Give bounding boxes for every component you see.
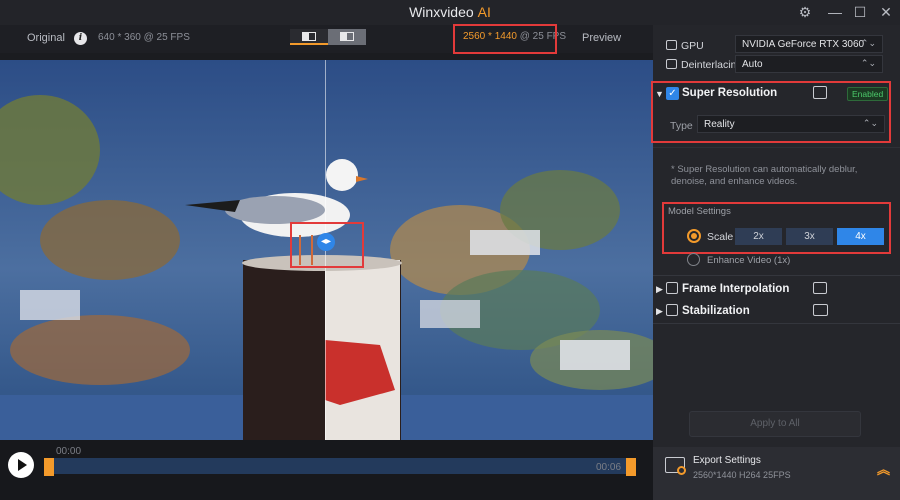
gpu-select[interactable]: NVIDIA GeForce RTX 3060 ⌃⌄ (735, 35, 883, 53)
frame-interpolation-caret-icon[interactable]: ▶ (656, 284, 663, 295)
app-title-ai: AI (477, 4, 491, 20)
timeline-track[interactable] (46, 458, 636, 474)
section-divider-2 (653, 323, 900, 324)
info-icon[interactable]: i (74, 32, 87, 45)
frame-interpolation-checkbox[interactable] (666, 282, 678, 294)
preview-label: Preview (582, 32, 622, 44)
view-mode-toggle (290, 29, 366, 45)
enhance-video-radio[interactable] (687, 253, 700, 266)
minimize-icon[interactable]: — (824, 3, 846, 23)
side-by-side-icon (340, 32, 354, 41)
faded-row (653, 147, 900, 148)
stabilization-checkbox[interactable] (666, 304, 678, 316)
highlight-split-handle (290, 222, 364, 268)
gpu-select-arrow-icon: ⌃⌄ (860, 38, 876, 48)
app-title-text: Winxvideo (409, 4, 474, 20)
stabilization-title: Stabilization (682, 305, 750, 317)
gpu-value: NVIDIA GeForce RTX 3060 (742, 39, 865, 50)
title-bar: Winxvideo AI ⚙ — ☐ ✕ (0, 0, 900, 25)
settings-panel: GPU NVIDIA GeForce RTX 3060 ⌃⌄ Deinterla… (651, 25, 900, 500)
trim-end-handle[interactable] (626, 458, 636, 476)
timeline: 00:00 00:06 (0, 440, 653, 500)
maximize-icon[interactable]: ☐ (849, 3, 871, 23)
split-view-icon (302, 32, 316, 41)
settings-gear-icon[interactable]: ⚙ (794, 3, 816, 23)
super-resolution-hint: * Super Resolution can automatically deb… (671, 164, 858, 187)
deinterlacing-select[interactable]: Auto ⌃⌄ (735, 55, 883, 73)
export-gear-icon (677, 466, 686, 475)
gpu-icon (666, 40, 677, 50)
export-settings-bar[interactable]: Export Settings 2560*1440 H264 25FPS ︽ (653, 447, 900, 500)
stabilization-caret-icon[interactable]: ▶ (656, 306, 663, 317)
enhance-video-label: Enhance Video (1x) (707, 255, 791, 266)
apply-to-all-button[interactable]: Apply to All (689, 411, 861, 437)
gpu-label: GPU (681, 40, 704, 52)
original-label: Original (27, 32, 65, 44)
highlight-model-settings (662, 202, 891, 254)
deinterlacing-icon (666, 59, 677, 69)
highlight-super-resolution (651, 81, 891, 143)
camera-icon (813, 304, 828, 316)
side-by-side-view-button[interactable] (328, 29, 366, 45)
trim-start-handle[interactable] (44, 458, 54, 476)
section-divider (653, 275, 900, 276)
highlight-output-res (453, 24, 557, 54)
frame-interpolation-icon (813, 282, 827, 294)
close-icon[interactable]: ✕ (875, 3, 897, 23)
app-title: Winxvideo AI (0, 4, 900, 20)
original-resolution: 640 * 360 @ 25 FPS (98, 32, 190, 43)
deinterlacing-select-arrow-icon: ⌃⌄ (860, 58, 876, 68)
expand-up-icon[interactable]: ︽ (877, 459, 890, 478)
time-start: 00:00 (56, 446, 82, 457)
frame-interpolation-title: Frame Interpolation (682, 283, 790, 295)
time-end: 00:06 (596, 462, 622, 473)
export-title: Export Settings (693, 455, 761, 466)
deinterlacing-value: Auto (742, 59, 763, 70)
deinterlacing-label: Deinterlacing (681, 59, 743, 71)
play-button[interactable] (8, 452, 34, 478)
export-details: 2560*1440 H264 25FPS (693, 470, 791, 480)
split-view-button[interactable] (290, 29, 328, 45)
